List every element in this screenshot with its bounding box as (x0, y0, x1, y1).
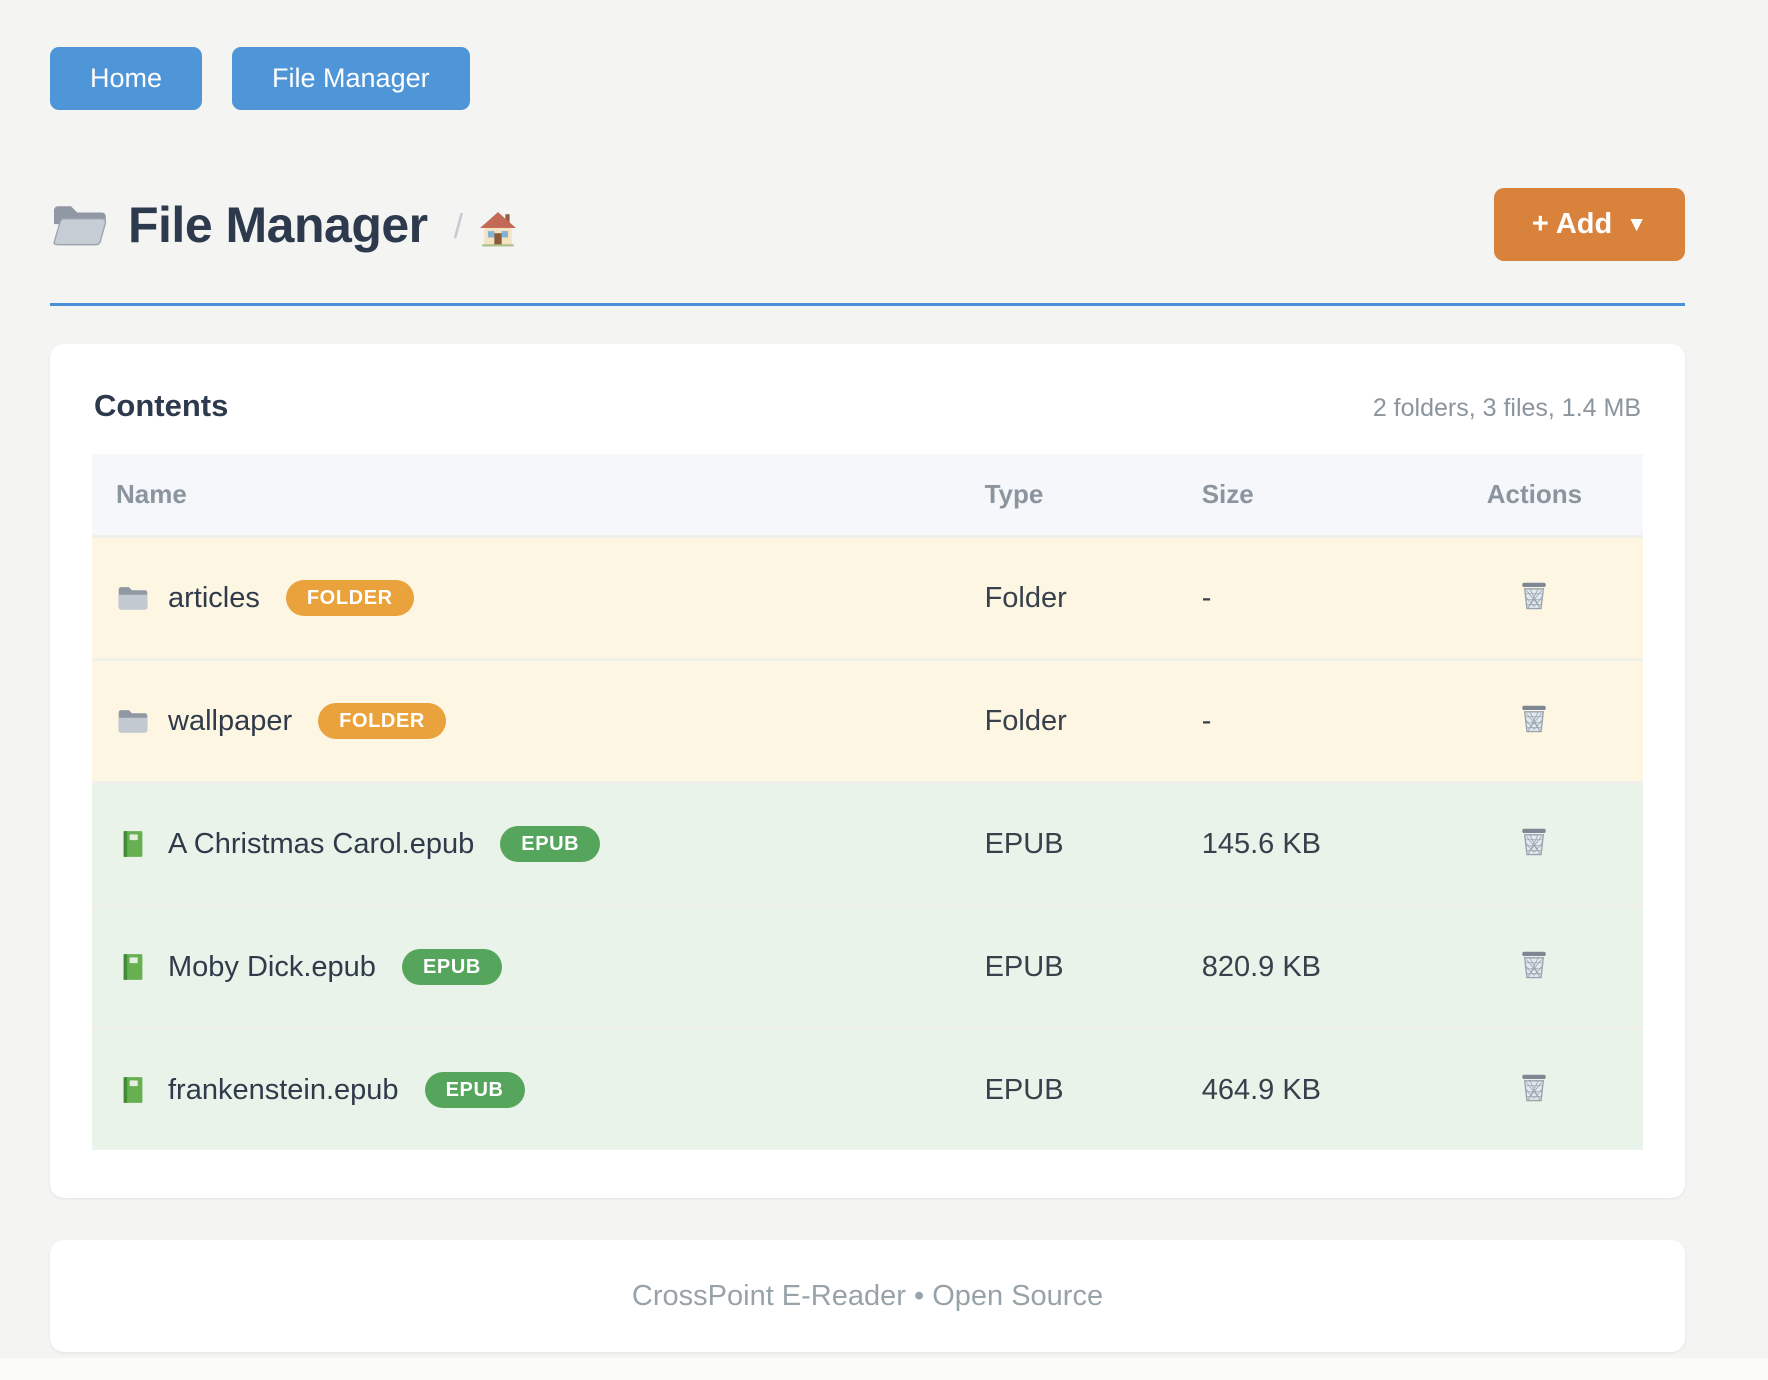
page: Home File Manager File Manager / (0, 0, 1768, 1352)
type-badge: FOLDER (286, 580, 414, 616)
file-name: frankenstein.epub (168, 1074, 399, 1107)
delete-button[interactable] (1512, 820, 1556, 867)
column-header-size: Size (1178, 454, 1426, 537)
house-icon[interactable] (479, 202, 517, 248)
nav-home-button[interactable]: Home (50, 47, 202, 110)
open-folder-icon (50, 200, 108, 250)
column-header-actions: Actions (1426, 454, 1643, 537)
contents-title: Contents (94, 388, 228, 424)
footer: CrossPoint E-Reader • Open Source (50, 1240, 1685, 1352)
files-table: Name Type Size Actions (92, 454, 1643, 1150)
green-book-icon (116, 829, 150, 859)
type-badge: FOLDER (318, 703, 446, 739)
contents-header: Contents 2 folders, 3 files, 1.4 MB (92, 388, 1643, 424)
footer-text: CrossPoint E-Reader • Open Source (632, 1280, 1103, 1313)
column-header-name: Name (92, 454, 961, 537)
type-badge: EPUB (402, 949, 502, 985)
column-header-type: Type (961, 454, 1178, 537)
trash-icon (1516, 701, 1552, 737)
file-size: 464.9 KB (1178, 1029, 1426, 1151)
delete-button[interactable] (1512, 697, 1556, 744)
contents-summary: 2 folders, 3 files, 1.4 MB (1373, 394, 1641, 423)
folder-icon (116, 706, 150, 736)
table-header-row: Name Type Size Actions (92, 454, 1643, 537)
file-name: A Christmas Carol.epub (168, 828, 474, 861)
file-type: Folder (961, 537, 1178, 660)
table-row[interactable]: frankenstein.epub EPUB EPUB 464.9 KB (92, 1029, 1643, 1151)
type-badge: EPUB (500, 826, 600, 862)
table-row[interactable]: Moby Dick.epub EPUB EPUB 820.9 KB (92, 906, 1643, 1029)
file-type: Folder (961, 660, 1178, 783)
file-name: wallpaper (168, 705, 292, 738)
file-size: 145.6 KB (1178, 783, 1426, 906)
green-book-icon (116, 952, 150, 982)
file-name: articles (168, 582, 260, 615)
table-row[interactable]: A Christmas Carol.epub EPUB EPUB 145.6 K… (92, 783, 1643, 906)
file-type: EPUB (961, 783, 1178, 906)
page-title: File Manager (128, 196, 428, 254)
page-bottom-edge (0, 1358, 1768, 1380)
trash-icon (1516, 947, 1552, 983)
nav-file-manager-button[interactable]: File Manager (232, 47, 470, 110)
delete-button[interactable] (1512, 1066, 1556, 1113)
add-button-label: + Add (1532, 208, 1612, 241)
table-row[interactable]: wallpaper FOLDER Folder - (92, 660, 1643, 783)
trash-icon (1516, 824, 1552, 860)
top-nav: Home File Manager (50, 47, 1685, 110)
folder-icon (116, 583, 150, 613)
file-size: - (1178, 660, 1426, 783)
table-row[interactable]: articles FOLDER Folder - (92, 537, 1643, 660)
caret-down-icon: ▼ (1626, 213, 1647, 237)
add-button[interactable]: + Add ▼ (1494, 188, 1685, 261)
header-divider (50, 303, 1685, 306)
trash-icon (1516, 578, 1552, 614)
delete-button[interactable] (1512, 574, 1556, 621)
file-type: EPUB (961, 1029, 1178, 1151)
contents-card: Contents 2 folders, 3 files, 1.4 MB Name… (50, 344, 1685, 1198)
breadcrumb-separator: / (454, 208, 463, 247)
file-type: EPUB (961, 906, 1178, 1029)
delete-button[interactable] (1512, 943, 1556, 990)
green-book-icon (116, 1075, 150, 1105)
file-size: 820.9 KB (1178, 906, 1426, 1029)
trash-icon (1516, 1070, 1552, 1106)
type-badge: EPUB (425, 1072, 525, 1108)
file-name: Moby Dick.epub (168, 951, 376, 984)
page-header: File Manager / + Add ▼ (50, 188, 1685, 261)
title-group: File Manager / (50, 196, 517, 254)
file-size: - (1178, 537, 1426, 660)
